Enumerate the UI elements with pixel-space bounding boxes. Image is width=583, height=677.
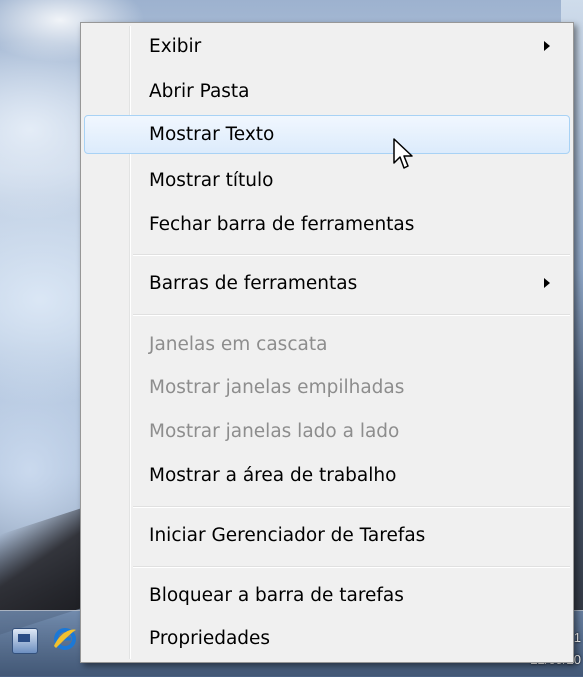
submenu-arrow-icon bbox=[544, 278, 550, 288]
menu-item-label: Iniciar Gerenciador de Tarefas bbox=[149, 525, 426, 546]
menu-item-janelas-empilhadas: Mostrar janelas empilhadas bbox=[84, 368, 570, 407]
menu-separator bbox=[133, 506, 570, 508]
menu-item-gerenciador-de-tarefas[interactable]: Iniciar Gerenciador de Tarefas bbox=[84, 516, 570, 555]
menu-item-abrir-pasta[interactable]: Abrir Pasta bbox=[84, 72, 570, 111]
menu-item-label: Mostrar Texto bbox=[149, 124, 275, 145]
menu-item-label: Abrir Pasta bbox=[149, 81, 250, 102]
menu-item-mostrar-texto[interactable]: Mostrar Texto bbox=[84, 115, 570, 154]
menu-item-mostrar-titulo[interactable]: Mostrar título bbox=[84, 161, 570, 200]
menu-separator bbox=[133, 314, 570, 316]
computer-icon[interactable] bbox=[12, 628, 38, 654]
menu-item-label: Exibir bbox=[149, 36, 202, 57]
menu-item-bloquear-barra[interactable]: Bloquear a barra de tarefas bbox=[84, 576, 570, 615]
menu-item-label: Fechar barra de ferramentas bbox=[149, 214, 415, 235]
menu-separator bbox=[133, 254, 570, 256]
menu-item-label: Mostrar janelas empilhadas bbox=[149, 377, 405, 398]
menu-item-label: Mostrar título bbox=[149, 170, 274, 191]
menu-item-fechar-barra[interactable]: Fechar barra de ferramentas bbox=[84, 205, 570, 244]
menu-item-label: Bloquear a barra de tarefas bbox=[149, 585, 404, 606]
menu-item-label: Mostrar a área de trabalho bbox=[149, 465, 397, 486]
menu-item-janelas-em-cascata: Janelas em cascata bbox=[84, 325, 570, 364]
menu-item-label: Mostrar janelas lado a lado bbox=[149, 421, 400, 442]
menu-separator bbox=[133, 566, 570, 568]
menu-item-barras-de-ferramentas[interactable]: Barras de ferramentas bbox=[84, 264, 570, 303]
menu-item-exibir[interactable]: Exibir bbox=[84, 27, 570, 66]
menu-item-janelas-lado-a-lado: Mostrar janelas lado a lado bbox=[84, 412, 570, 451]
menu-item-mostrar-area-de-trabalho[interactable]: Mostrar a área de trabalho bbox=[84, 456, 570, 495]
submenu-arrow-icon bbox=[544, 41, 550, 51]
menu-item-label: Janelas em cascata bbox=[149, 334, 328, 355]
menu-item-label: Propriedades bbox=[149, 628, 271, 649]
internet-explorer-icon[interactable] bbox=[52, 626, 78, 652]
menu-item-label: Barras de ferramentas bbox=[149, 273, 358, 294]
menu-item-propriedades[interactable]: Propriedades bbox=[84, 619, 570, 658]
mouse-pointer-icon bbox=[393, 138, 413, 169]
taskbar-context-menu: Exibir Abrir Pasta Mostrar Texto Mostrar… bbox=[80, 22, 574, 663]
